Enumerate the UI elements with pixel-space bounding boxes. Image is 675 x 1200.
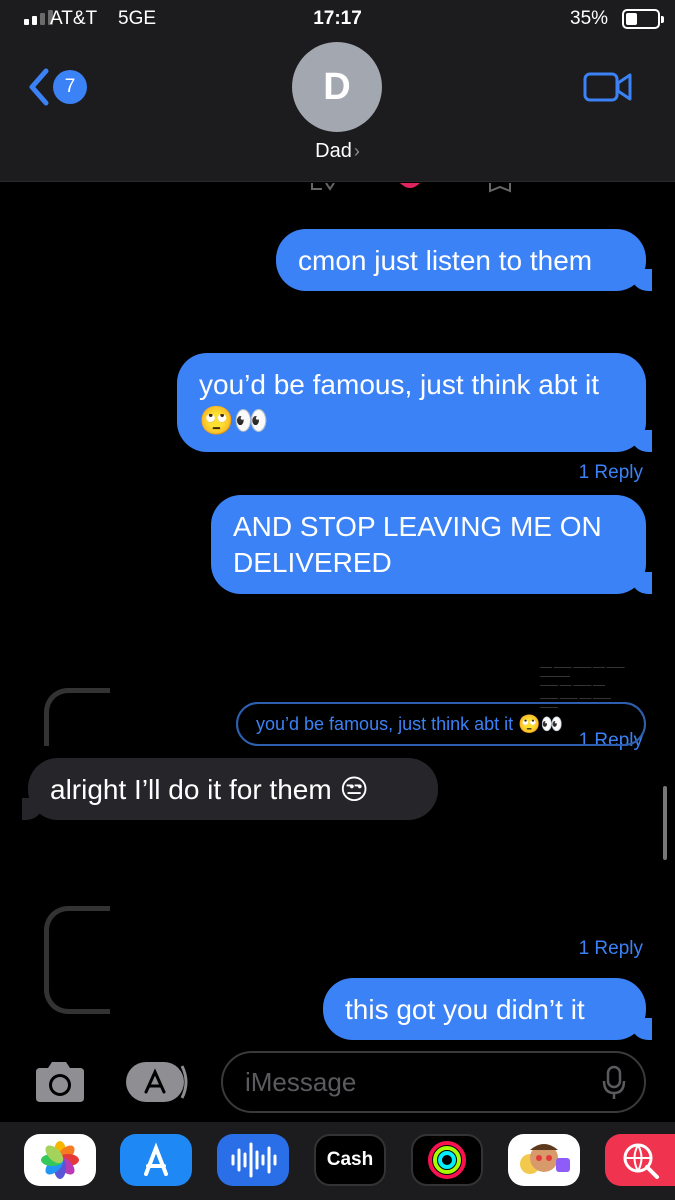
video-camera-icon — [583, 72, 632, 102]
search-globe-icon — [623, 1143, 659, 1179]
app-store-icon — [126, 1062, 188, 1102]
message-bubble[interactable]: alright I’ll do it for them 😒 — [22, 758, 438, 820]
message-text: AND STOP LEAVING ME ON DELIVERED — [233, 511, 602, 578]
memoji-app-button[interactable] — [508, 1134, 580, 1186]
audio-message-app-button[interactable] — [217, 1134, 289, 1186]
facetime-video-button[interactable] — [582, 70, 634, 109]
image-search-app-button[interactable] — [605, 1134, 675, 1186]
message-input-placeholder: iMessage — [245, 1067, 357, 1097]
reply-count-link[interactable]: 1 Reply — [579, 462, 643, 484]
thread-line — [44, 906, 110, 1014]
chevron-left-icon — [29, 68, 49, 106]
camera-button[interactable] — [32, 1060, 88, 1109]
message-bubble[interactable]: AND STOP LEAVING ME ON DELIVERED — [211, 495, 652, 594]
reply-count-link[interactable]: 1 Reply — [579, 938, 643, 960]
activity-app-button[interactable] — [411, 1134, 483, 1186]
conversation-header: AT&T 5GE 17:17 35% 7 D Dad › — [0, 0, 675, 182]
message-text: you’d be famous, just think abt it 🙄👀 — [199, 369, 599, 436]
status-bar: AT&T 5GE 17:17 35% — [0, 0, 675, 36]
apple-cash-app-button[interactable]: Cash — [314, 1134, 386, 1186]
app-store-app-button[interactable] — [120, 1134, 192, 1186]
message-text: cmon just listen to them — [298, 245, 593, 276]
contact-avatar[interactable]: D — [292, 42, 382, 132]
microphone-icon[interactable] — [602, 1065, 626, 1101]
audio-waveform-icon — [231, 1142, 277, 1178]
activity-rings-icon — [428, 1141, 466, 1179]
battery-icon — [622, 9, 664, 29]
message-text: alright I’ll do it for them 😒 — [50, 774, 369, 805]
photos-app-button[interactable] — [24, 1134, 96, 1186]
message-bubble[interactable]: cmon just listen to them — [276, 229, 652, 291]
memoji-icon — [520, 1144, 570, 1174]
message-bubble[interactable]: this got you didn’t it — [323, 978, 652, 1040]
photos-icon — [41, 1141, 79, 1179]
scrollbar[interactable] — [663, 786, 667, 860]
thread-line — [44, 688, 110, 746]
apple-cash-label: Cash — [326, 1149, 374, 1170]
quoted-text: you’d be famous, just think abt it 🙄👀 — [256, 714, 563, 734]
quoted-reply-bubble[interactable]: you’d be famous, just think abt it 🙄👀 — [236, 702, 646, 746]
battery-percentage: 35% — [570, 8, 609, 29]
camera-icon — [36, 1062, 84, 1102]
unread-count-badge: 7 — [53, 70, 87, 104]
message-input[interactable]: iMessage — [221, 1051, 646, 1113]
message-text: this got you didn’t it — [345, 994, 585, 1025]
app-store-icon — [144, 1142, 168, 1176]
message-bubble[interactable]: you’d be famous, just think abt it 🙄👀 — [177, 353, 652, 452]
contact-name-button[interactable]: Dad › — [0, 140, 675, 163]
back-button[interactable]: 7 — [26, 66, 96, 110]
contact-name: Dad — [315, 140, 352, 162]
chevron-right-icon: › — [353, 141, 360, 161]
imessage-app-drawer: Cash — [0, 1122, 675, 1200]
message-list[interactable]: cmon just listen to them you’d be famous… — [0, 182, 675, 1042]
apps-button[interactable] — [124, 1060, 192, 1104]
